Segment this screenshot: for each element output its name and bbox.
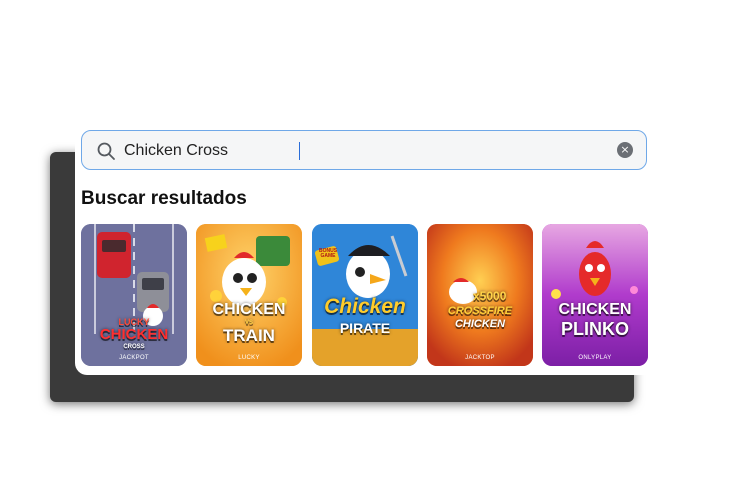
game-tile-chicken-plinko[interactable]: CHICKEN PLINKO ONLYPLAY [542, 224, 648, 366]
game-provider: JACKTOP [465, 355, 495, 361]
search-bar[interactable]: × [81, 130, 647, 170]
game-title-line-1: Chicken [324, 295, 406, 318]
results-heading: Buscar resultados [81, 188, 247, 209]
game-title-line-2: PLINKO [560, 319, 629, 339]
game-title-line-2: CROSSFIRE [447, 305, 513, 317]
text-caret [299, 142, 300, 160]
game-title-line-3: TRAIN [223, 326, 275, 345]
game-provider: ONLYPLAY [578, 355, 612, 361]
bonus-badge: BONUS GAME [318, 248, 338, 259]
game-title-line-2: CHICKEN [99, 326, 169, 343]
game-provider: JACKPOT [119, 355, 149, 361]
game-provider: LUCKY [238, 355, 260, 361]
game-title-line-2: PIRATE [339, 320, 391, 336]
game-title-line-3: CHICKEN [454, 318, 506, 330]
game-tile-chicken-vs-train[interactable]: CHICKEN VS TRAIN LUCKY [196, 224, 302, 366]
game-title-line-1: CHICKEN [212, 301, 286, 318]
clear-icon[interactable]: × [617, 142, 633, 158]
game-title-line-3: CROSS [123, 344, 145, 350]
game-tile-chicken-pirate[interactable]: BONUS GAME Chicken PIRATE [312, 224, 418, 366]
game-art [542, 224, 648, 366]
search-icon [97, 142, 115, 160]
game-tile-crossfire-chicken[interactable]: x5000 CROSSFIRE CHICKEN JACKTOP [427, 224, 533, 366]
game-title-line-1: CHICKEN [558, 301, 632, 318]
game-title-line-1: x5000 [473, 289, 507, 303]
game-tile-lucky-chicken-cross[interactable]: LUCKY CHICKEN CROSS JACKPOT [81, 224, 187, 366]
search-input[interactable] [124, 137, 594, 165]
